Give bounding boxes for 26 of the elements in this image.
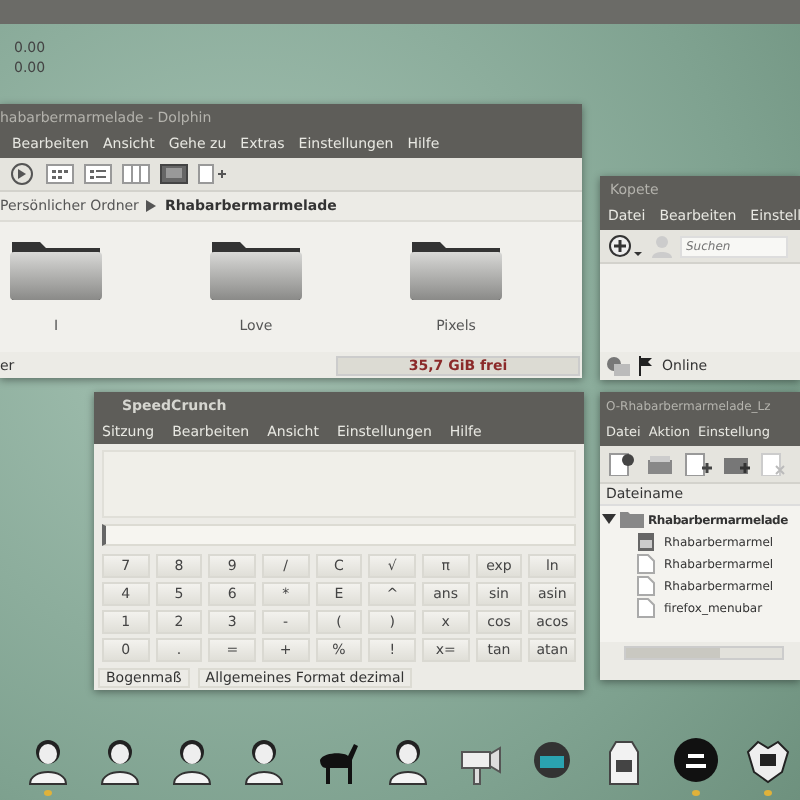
- columns-view-icon[interactable]: [122, 164, 150, 184]
- split-view-icon[interactable]: [198, 164, 226, 184]
- icon-view-icon[interactable]: [46, 164, 74, 184]
- person-figure-icon[interactable]: [96, 736, 144, 788]
- person-figure-icon[interactable]: [24, 736, 72, 788]
- emblem-icon[interactable]: [744, 736, 792, 788]
- scrollbar[interactable]: [624, 646, 784, 660]
- add-file-icon[interactable]: [684, 452, 712, 476]
- expanded-arrow-icon[interactable]: [602, 514, 616, 526]
- flag-icon[interactable]: [638, 356, 654, 376]
- disc-icon[interactable]: [672, 736, 720, 788]
- person-figure-icon[interactable]: [240, 736, 288, 788]
- person-figure-icon[interactable]: [384, 736, 432, 788]
- new-archive-icon[interactable]: [608, 452, 636, 476]
- open-archive-icon[interactable]: [646, 452, 674, 476]
- chevron-icon[interactable]: [146, 200, 157, 212]
- expression-field[interactable]: [102, 523, 576, 546]
- play-icon[interactable]: [8, 162, 36, 186]
- preview-icon[interactable]: [160, 164, 188, 184]
- details-view-icon[interactable]: [84, 164, 112, 184]
- add-icon[interactable]: [608, 234, 644, 258]
- chat-icon[interactable]: [606, 356, 630, 376]
- add-folder-icon[interactable]: [722, 452, 750, 476]
- image-icon[interactable]: [634, 532, 658, 552]
- person-figure-icon[interactable]: [168, 736, 216, 788]
- scroll-thumb[interactable]: [626, 648, 720, 658]
